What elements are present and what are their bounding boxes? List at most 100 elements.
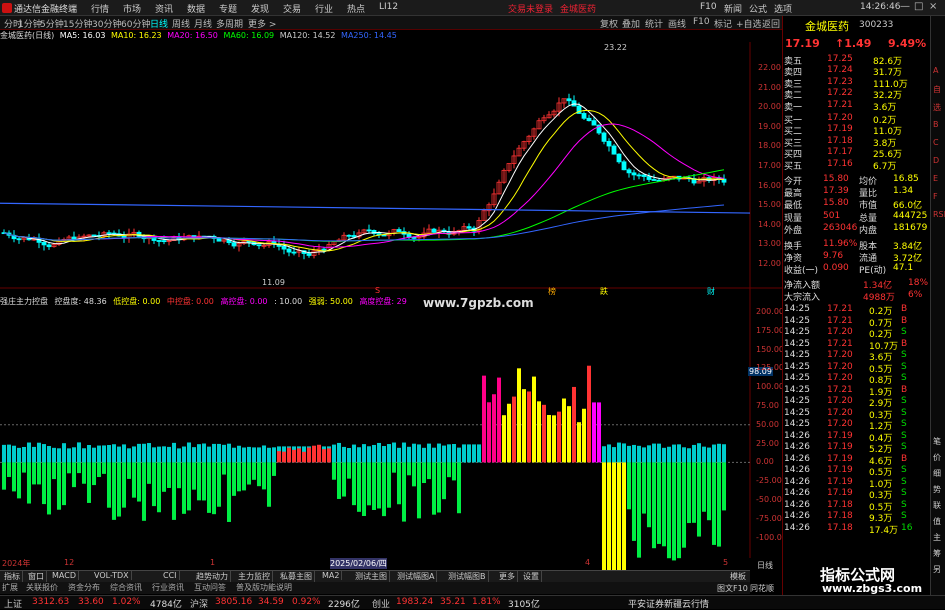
quote-tab-7[interactable]: 筹 xyxy=(933,548,941,559)
bid-row[interactable]: 买二 17.19 11.0万 xyxy=(783,124,931,137)
bid-row[interactable]: 买一 17.20 0.2万 xyxy=(783,113,931,126)
ask-row[interactable]: 卖四 17.24 31.7万 xyxy=(783,65,931,78)
btn-back[interactable]: 返回 xyxy=(762,17,780,30)
quote-tab-5[interactable]: 值 xyxy=(933,516,941,527)
period-daily[interactable]: 日线 xyxy=(150,17,168,30)
bid-row[interactable]: 买五 17.16 6.7万 xyxy=(783,159,931,172)
quote-tab-4[interactable]: 联 xyxy=(933,500,941,511)
menu-item-hangye[interactable]: 行业 xyxy=(315,2,333,15)
event-marker-die[interactable]: 跌 xyxy=(600,286,608,297)
period-multi[interactable]: 多周期 xyxy=(216,17,243,30)
login-alert[interactable]: 交易未登录 xyxy=(508,2,553,15)
btn-biaoji[interactable]: 标记 xyxy=(714,17,732,30)
bid-volume: 6.7万 xyxy=(873,161,897,172)
indicator-tab-12[interactable]: 更多 xyxy=(497,571,518,582)
stock-alert[interactable]: 金城医药 xyxy=(560,2,596,15)
indicator-tab-9[interactable]: 测试主图 xyxy=(353,571,390,582)
btn-f10[interactable]: F10 xyxy=(693,17,710,27)
menu-item-redian[interactable]: 热点 xyxy=(347,2,365,15)
menu-options[interactable]: 选项 xyxy=(774,2,792,15)
period-1min[interactable]: 1分钟 xyxy=(18,17,42,30)
period-monthly[interactable]: 月线 xyxy=(194,17,212,30)
minimize-icon[interactable]: — xyxy=(900,1,910,12)
side-strip-item[interactable]: E xyxy=(933,174,938,183)
extension-tab-2[interactable]: 资金分布 xyxy=(68,582,100,593)
extension-tab-5[interactable]: 互动问答 xyxy=(194,582,226,593)
event-marker-cai[interactable]: 财 xyxy=(707,286,715,297)
close-icon[interactable]: × xyxy=(929,1,937,12)
ask-row[interactable]: 卖三 17.23 111.0万 xyxy=(783,77,931,90)
maximize-icon[interactable]: □ xyxy=(914,1,923,12)
indicator-tab-5[interactable]: 趋势动力 xyxy=(194,571,231,582)
index-sh-label[interactable]: 上证 xyxy=(4,597,22,610)
side-strip-item[interactable]: B xyxy=(933,120,939,129)
bid-row[interactable]: 买三 17.18 3.8万 xyxy=(783,136,931,149)
btn-fuquan[interactable]: 复权 xyxy=(600,17,618,30)
indicator-tab-4[interactable]: CCI xyxy=(161,571,180,580)
menu-item-zhuanti[interactable]: 专题 xyxy=(219,2,237,15)
ask-row[interactable]: 卖二 17.22 32.2万 xyxy=(783,88,931,101)
side-strip-item[interactable]: D xyxy=(933,156,939,165)
btn-add-favorite[interactable]: +自选 xyxy=(736,17,762,30)
extension-tab-6[interactable]: 普及版功能说明 xyxy=(236,582,292,593)
indicator-tab-1[interactable]: 窗口 xyxy=(26,571,47,582)
quote-tab-0[interactable]: 笔 xyxy=(933,436,941,447)
side-strip-item[interactable]: 选 xyxy=(933,102,941,113)
bid-row[interactable]: 买四 17.17 25.6万 xyxy=(783,147,931,160)
btn-diejia[interactable]: 叠加 xyxy=(622,17,640,30)
indicator-tab-11[interactable]: 测试幅图B xyxy=(446,571,489,582)
quote-tab-3[interactable]: 势 xyxy=(933,484,941,495)
period-60min[interactable]: 60分钟 xyxy=(121,17,150,30)
indicator-bar xyxy=(37,442,41,463)
period-5min[interactable]: 5分钟 xyxy=(40,17,64,30)
extension-tab-0[interactable]: 扩展 xyxy=(2,582,18,593)
menu-item-faxian[interactable]: 发现 xyxy=(251,2,269,15)
extension-tab-4[interactable]: 行业资讯 xyxy=(152,582,184,593)
menu-item-shichang[interactable]: 市场 xyxy=(123,2,141,15)
btn-tongji[interactable]: 统计 xyxy=(645,17,663,30)
period-indicator[interactable]: 日线 xyxy=(757,560,773,571)
period-15min[interactable]: 15分钟 xyxy=(63,17,92,30)
tick-volume: 17.4万 xyxy=(869,525,899,536)
indicator-tab-7[interactable]: 私募主图 xyxy=(278,571,315,582)
menu-item-shuju[interactable]: 数据 xyxy=(187,2,205,15)
menu-item-zixun[interactable]: 资讯 xyxy=(155,2,173,15)
template-button[interactable]: 模板 xyxy=(730,571,746,582)
btn-huaxian[interactable]: 画线 xyxy=(668,17,686,30)
menu-item-li12[interactable]: LI12 xyxy=(379,2,398,12)
menu-item-hangqing[interactable]: 行情 xyxy=(91,2,109,15)
candlestick-chart[interactable] xyxy=(0,42,782,582)
side-strip-item[interactable]: A xyxy=(933,66,938,75)
menu-item-jiaoyi[interactable]: 交易 xyxy=(283,2,301,15)
indicator-tab-2[interactable]: MACD xyxy=(50,571,79,580)
index-hs-label[interactable]: 沪深 xyxy=(190,597,208,610)
quote-tab-8[interactable]: 另 xyxy=(933,564,941,575)
indicator-tab-3[interactable]: VOL-TDX xyxy=(92,571,132,580)
ask-row[interactable]: 卖五 17.25 82.6万 xyxy=(783,54,931,67)
quote-tab-1[interactable]: 价 xyxy=(933,452,941,463)
menu-f10[interactable]: F10 xyxy=(700,2,717,12)
period-more[interactable]: 更多 > xyxy=(248,17,276,30)
ths-button[interactable]: 同花顺 xyxy=(750,583,774,594)
event-marker-bang[interactable]: 榜 xyxy=(548,286,556,297)
extension-tab-3[interactable]: 综合资讯 xyxy=(110,582,142,593)
indicator-tab-8[interactable]: MA2 xyxy=(320,571,343,580)
ask-row[interactable]: 卖一 17.21 3.6万 xyxy=(783,100,931,113)
index-cy-label[interactable]: 创业 xyxy=(372,597,390,610)
side-strip-item[interactable]: C xyxy=(933,138,939,147)
quote-tab-6[interactable]: 主 xyxy=(933,532,941,543)
side-strip-item[interactable]: RSI xyxy=(933,210,945,219)
indicator-tab-6[interactable]: 主力监控 xyxy=(236,571,273,582)
side-strip-item[interactable]: F xyxy=(933,192,938,201)
indicator-tab-0[interactable]: 指标 xyxy=(2,571,23,582)
period-30min[interactable]: 30分钟 xyxy=(92,17,121,30)
period-weekly[interactable]: 周线 xyxy=(172,17,190,30)
menu-formula[interactable]: 公式 xyxy=(749,2,767,15)
extension-tab-1[interactable]: 关联报价 xyxy=(26,582,58,593)
side-strip-item[interactable]: 自 xyxy=(933,84,941,95)
indicator-tab-13[interactable]: 设置 xyxy=(521,571,542,582)
menu-news[interactable]: 新闻 xyxy=(724,2,742,15)
f10-button[interactable]: 图文F10 xyxy=(717,583,748,594)
quote-tab-2[interactable]: 细 xyxy=(933,468,941,479)
indicator-tab-10[interactable]: 测试幅图A xyxy=(395,571,438,582)
